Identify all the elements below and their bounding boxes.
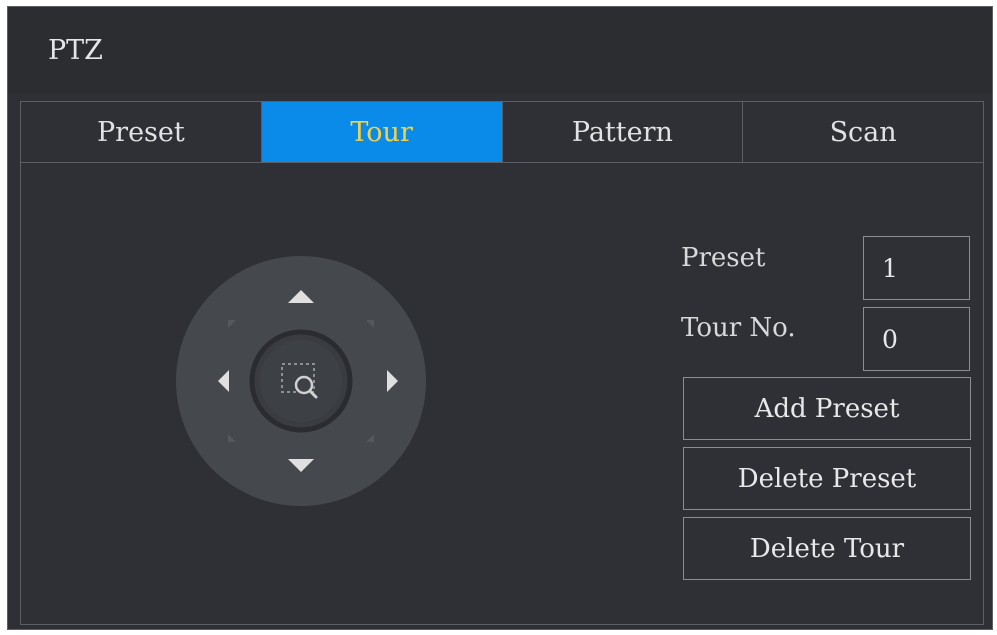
dialog-title: PTZ <box>48 35 103 66</box>
preset-label: Preset <box>681 243 766 273</box>
delete-preset-button[interactable]: Delete Preset <box>683 447 971 510</box>
add-preset-button[interactable]: Add Preset <box>683 377 971 440</box>
tab-pattern[interactable]: Pattern <box>502 102 744 162</box>
tab-scan[interactable]: Scan <box>743 102 983 162</box>
tour-no-label: Tour No. <box>681 313 796 343</box>
delete-tour-button[interactable]: Delete Tour <box>683 517 971 580</box>
tab-bar: Preset Tour Pattern Scan <box>20 101 984 163</box>
tab-preset[interactable]: Preset <box>21 102 262 162</box>
ptz-dialog: PTZ Preset Tour Pattern Scan Preset 1 To… <box>7 6 993 630</box>
preset-input[interactable]: 1 <box>863 236 970 300</box>
tour-no-input[interactable]: 0 <box>863 307 970 371</box>
ptz-joystick <box>176 256 426 506</box>
title-bar: PTZ <box>8 7 992 94</box>
tab-tour[interactable]: Tour <box>261 102 503 162</box>
